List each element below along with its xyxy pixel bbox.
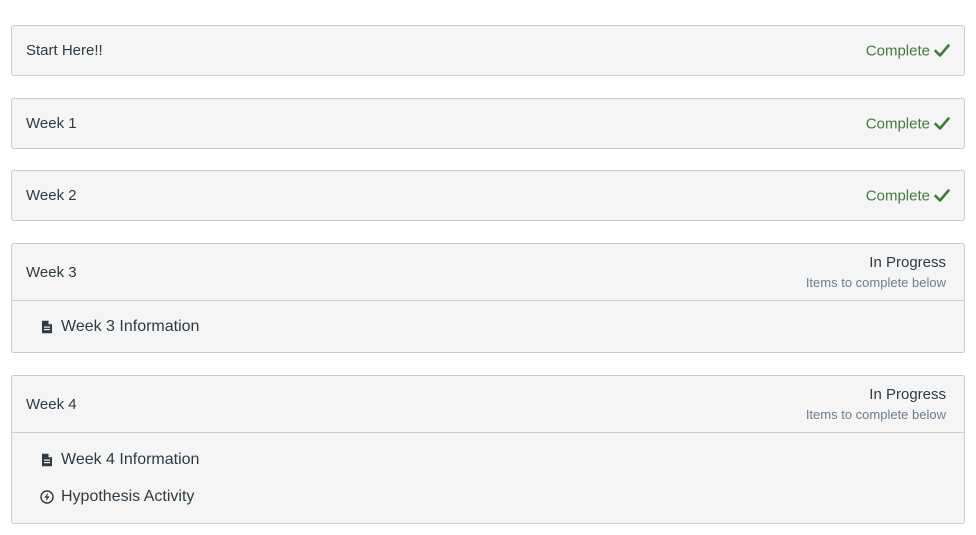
status-text: In Progress: [869, 386, 946, 403]
progress-status: In Progress Items to complete below: [806, 386, 946, 422]
document-icon: [40, 453, 54, 467]
status-text: Complete: [865, 115, 930, 132]
status-text: Complete: [865, 42, 930, 59]
module-header[interactable]: Week 2 Complete: [12, 171, 964, 220]
module-item[interactable]: Week 3 Information: [40, 309, 964, 344]
module-title: Week 3: [26, 263, 77, 281]
completion-status: Complete: [866, 115, 950, 132]
module-week-4[interactable]: Week 4 In Progress Items to complete bel…: [11, 375, 965, 524]
module-title: Week 4: [26, 395, 77, 413]
document-icon: [40, 320, 54, 334]
module-title: Week 2: [26, 187, 77, 204]
module-items: Week 3 Information: [12, 300, 964, 352]
module-item[interactable]: Hypothesis Activity: [40, 478, 964, 515]
status-text: Complete: [865, 187, 930, 204]
progress-status: In Progress Items to complete below: [806, 254, 946, 290]
checkmark-icon: [934, 117, 950, 131]
module-title: Week 1: [26, 115, 77, 132]
module-week-1[interactable]: Week 1 Complete: [11, 98, 965, 149]
module-items: Week 4 Information Hypothesis Activity: [12, 432, 964, 523]
lightning-circle-icon: [40, 489, 54, 504]
completion-status: Complete: [866, 187, 950, 204]
completion-status: Complete: [866, 42, 950, 59]
module-title: Start Here!!: [26, 42, 103, 59]
item-link[interactable]: Week 4 Information: [61, 451, 199, 469]
item-link[interactable]: Hypothesis Activity: [61, 488, 194, 506]
module-header[interactable]: Week 3 In Progress Items to complete bel…: [12, 244, 964, 300]
module-header[interactable]: Start Here!! Complete: [12, 26, 964, 75]
module-week-2[interactable]: Week 2 Complete: [11, 170, 965, 221]
status-note: Items to complete below: [805, 275, 946, 290]
module-item[interactable]: Week 4 Information: [40, 441, 964, 478]
module-week-3[interactable]: Week 3 In Progress Items to complete bel…: [11, 243, 965, 353]
status-note: Items to complete below: [805, 407, 946, 422]
checkmark-icon: [934, 189, 950, 203]
module-header[interactable]: Week 4 In Progress Items to complete bel…: [12, 376, 964, 432]
module-header[interactable]: Week 1 Complete: [12, 99, 964, 148]
module-start-here[interactable]: Start Here!! Complete: [11, 25, 965, 76]
status-text: In Progress: [869, 254, 946, 271]
checkmark-icon: [934, 44, 950, 58]
item-link[interactable]: Week 3 Information: [61, 318, 199, 336]
